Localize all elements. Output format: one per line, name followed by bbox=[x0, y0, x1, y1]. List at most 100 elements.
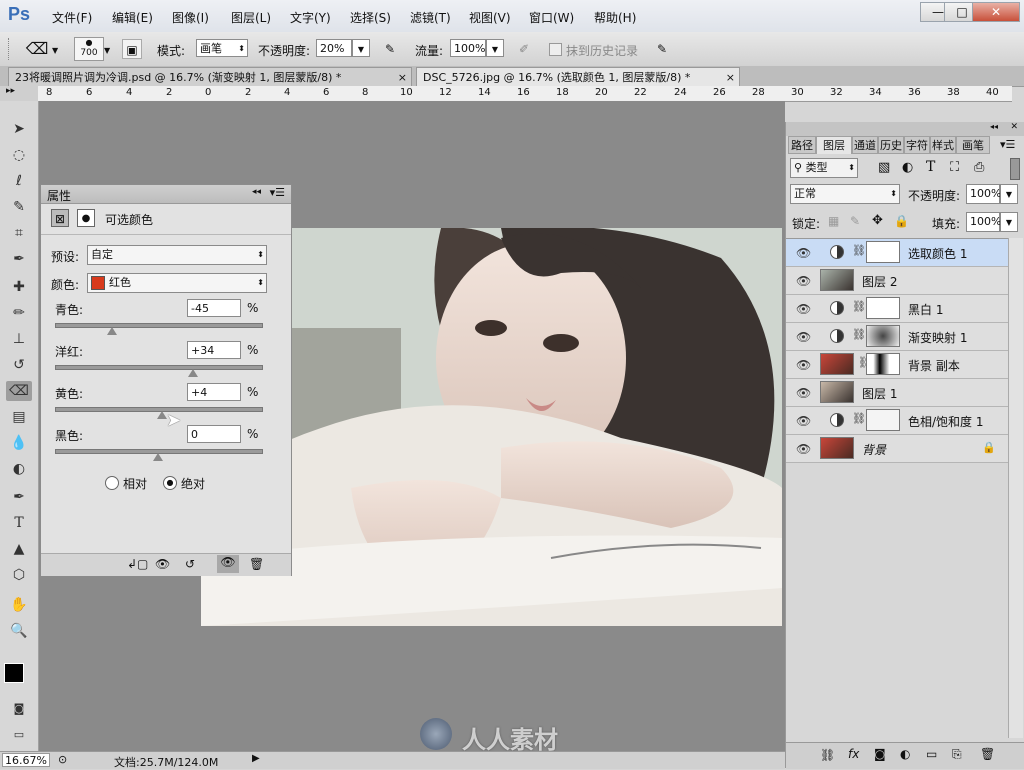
filter-type-icon[interactable]: T bbox=[926, 159, 935, 175]
brush-chevron-down-icon[interactable]: ▼ bbox=[104, 46, 110, 55]
layer-mask-thumbnail[interactable] bbox=[866, 325, 900, 347]
mask-icon[interactable]: ● bbox=[77, 209, 95, 227]
tab-brush[interactable]: 画笔 bbox=[956, 136, 990, 154]
status-icon[interactable]: ⊙ bbox=[58, 753, 67, 766]
history-brush-tool-icon[interactable]: ↺ bbox=[6, 355, 32, 375]
foreground-color-swatch[interactable] bbox=[4, 663, 24, 683]
layer-name[interactable]: 图层 1 bbox=[862, 385, 897, 402]
status-menu-arrow-icon[interactable]: ▶ bbox=[252, 753, 260, 764]
collapse-panel-icon[interactable]: ◂◂ bbox=[990, 122, 998, 131]
close-tab-icon[interactable]: × bbox=[726, 68, 735, 86]
tab-character[interactable]: 字符 bbox=[904, 136, 930, 154]
filter-adjustment-icon[interactable]: ◐ bbox=[902, 160, 913, 175]
magenta-slider-thumb[interactable] bbox=[188, 369, 199, 377]
shape-tool-icon[interactable]: ⬡ bbox=[6, 565, 32, 585]
black-slider-thumb[interactable] bbox=[153, 453, 163, 461]
lock-pixels-icon[interactable]: ✎ bbox=[850, 214, 860, 228]
fill-dropdown[interactable]: ▼ bbox=[1000, 212, 1018, 232]
pressure-size-icon[interactable]: ✎ bbox=[652, 39, 672, 59]
eye-icon[interactable]: 👁 bbox=[796, 386, 811, 400]
eye-icon[interactable]: 👁 bbox=[796, 302, 811, 316]
layer-mask-thumbnail[interactable] bbox=[866, 241, 900, 263]
menu-window[interactable]: 窗口(W) bbox=[529, 9, 574, 26]
menu-image[interactable]: 图像(I) bbox=[172, 9, 209, 26]
marquee-tool-icon[interactable]: ◌ bbox=[6, 145, 32, 165]
healing-brush-tool-icon[interactable]: ✚ bbox=[6, 277, 32, 297]
filter-smart-object-icon[interactable]: ⎙ bbox=[974, 160, 984, 175]
move-tool-icon[interactable]: ➤ bbox=[6, 119, 32, 139]
zoom-tool-icon[interactable]: 🔍 bbox=[6, 621, 32, 641]
cyan-slider-thumb[interactable] bbox=[106, 327, 117, 335]
filter-shape-icon[interactable]: ⛶ bbox=[950, 160, 959, 175]
layers-scrollbar[interactable] bbox=[1008, 238, 1023, 738]
crop-tool-icon[interactable]: ⌗ bbox=[6, 223, 32, 243]
menu-type[interactable]: 文字(Y) bbox=[290, 9, 331, 26]
layer-opacity-dropdown[interactable]: ▼ bbox=[1000, 184, 1018, 204]
new-group-icon[interactable]: ▭ bbox=[926, 747, 937, 761]
screen-mode-icon[interactable]: ▭ bbox=[6, 725, 32, 745]
pressure-opacity-icon[interactable]: ✎ bbox=[380, 39, 400, 59]
magenta-slider-track[interactable] bbox=[55, 365, 263, 370]
layer-name[interactable]: 背景 副本 bbox=[908, 357, 960, 374]
gradient-tool-icon[interactable]: ▤ bbox=[6, 407, 32, 427]
lock-transparent-icon[interactable]: ▦ bbox=[828, 214, 839, 228]
close-panel-icon[interactable]: ✕ bbox=[1010, 122, 1018, 132]
eye-icon[interactable]: 👁 bbox=[796, 358, 811, 372]
lasso-tool-icon[interactable]: ℓ bbox=[6, 171, 32, 191]
eye-icon[interactable]: 👁 bbox=[796, 414, 811, 428]
add-mask-icon[interactable]: ◙ bbox=[874, 747, 886, 761]
layer-mask-thumbnail[interactable] bbox=[866, 409, 900, 431]
mode-dropdown[interactable]: 画笔 ⬍ bbox=[196, 39, 248, 57]
opacity-dropdown-button[interactable]: ▼ bbox=[352, 39, 370, 57]
yellow-input[interactable]: +4 bbox=[187, 383, 241, 401]
erase-history-checkbox[interactable] bbox=[549, 43, 562, 56]
quick-mask-icon[interactable]: ◙ bbox=[6, 699, 32, 719]
menu-select[interactable]: 选择(S) bbox=[350, 9, 391, 26]
type-tool-icon[interactable]: T bbox=[6, 513, 32, 533]
tab-document-jpg[interactable]: DSC_5726.jpg @ 16.7% (选取颜色 1, 图层蒙版/8) * … bbox=[416, 67, 740, 86]
link-layers-icon[interactable]: ⛓ bbox=[820, 748, 835, 762]
brush-panel-icon[interactable]: ▣ bbox=[122, 39, 142, 59]
eye-icon[interactable]: 👁 bbox=[796, 330, 811, 344]
brush-tool-icon[interactable]: ✏ bbox=[6, 303, 32, 323]
blur-tool-icon[interactable]: 💧 bbox=[6, 433, 32, 453]
clone-stamp-tool-icon[interactable]: ⊥ bbox=[6, 329, 32, 349]
magenta-input[interactable]: +34 bbox=[187, 341, 241, 359]
panel-menu-icon[interactable]: ▾☰ bbox=[1000, 138, 1015, 151]
layer-name[interactable]: 渐变映射 1 bbox=[908, 329, 967, 346]
eye-icon[interactable]: 👁 bbox=[796, 246, 811, 260]
preset-dropdown[interactable]: 自定 ⬍ bbox=[87, 245, 267, 265]
collapse-toolbar-icon[interactable]: ▸▸ bbox=[6, 86, 15, 96]
eraser-tool-icon[interactable]: ⌫ bbox=[6, 381, 32, 401]
tab-layers[interactable]: 图层 bbox=[816, 136, 852, 154]
delete-layer-icon[interactable]: 🗑 bbox=[980, 747, 995, 761]
airbrush-icon[interactable]: ✐ bbox=[514, 39, 534, 59]
new-layer-icon[interactable]: ⎘ bbox=[952, 747, 962, 762]
brush-preset-picker[interactable]: ● 700 bbox=[74, 37, 104, 61]
lock-position-icon[interactable]: ✥ bbox=[872, 213, 883, 228]
eyedropper-tool-icon[interactable]: ✒ bbox=[6, 249, 32, 269]
close-button[interactable]: ✕ bbox=[972, 2, 1020, 22]
menu-layer[interactable]: 图层(L) bbox=[231, 9, 271, 26]
layer-style-icon[interactable]: fx bbox=[848, 747, 859, 761]
layer-row-background[interactable]: 👁 背景 🔒 bbox=[786, 435, 1008, 463]
tab-channels[interactable]: 通道 bbox=[852, 136, 878, 154]
layer-row-layer-1[interactable]: 👁 图层 1 bbox=[786, 379, 1008, 407]
layer-name[interactable]: 背景 bbox=[862, 441, 886, 458]
menu-view[interactable]: 视图(V) bbox=[469, 9, 511, 26]
quick-select-tool-icon[interactable]: ✎ bbox=[6, 197, 32, 217]
black-input[interactable]: 0 bbox=[187, 425, 241, 443]
opacity-input[interactable]: 20% bbox=[316, 39, 352, 57]
layer-row-black-white[interactable]: 👁 ⛓ 黑白 1 bbox=[786, 295, 1008, 323]
layer-name[interactable]: 色相/饱和度 1 bbox=[908, 413, 984, 430]
layer-name[interactable]: 图层 2 bbox=[862, 273, 897, 290]
tab-document-psd[interactable]: 23将暖调照片调为冷调.psd @ 16.7% (渐变映射 1, 图层蒙版/8)… bbox=[8, 67, 412, 86]
eye-icon[interactable]: 👁 bbox=[796, 442, 811, 456]
cyan-input[interactable]: -45 bbox=[187, 299, 241, 317]
filter-type-dropdown[interactable]: ⚲ 类型 ⬍ bbox=[790, 158, 858, 178]
layer-mask-thumbnail[interactable] bbox=[866, 353, 900, 375]
pen-tool-icon[interactable]: ✒ bbox=[6, 487, 32, 507]
layer-name[interactable]: 选取颜色 1 bbox=[908, 245, 967, 262]
tab-history[interactable]: 历史 bbox=[878, 136, 904, 154]
filter-toggle[interactable] bbox=[1010, 158, 1020, 180]
